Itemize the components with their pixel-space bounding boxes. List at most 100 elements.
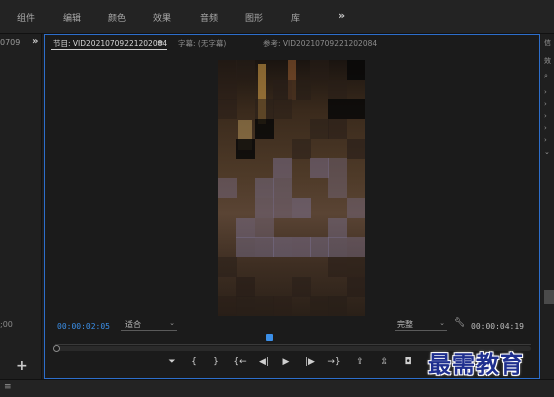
active-tab-indicator xyxy=(51,49,167,50)
playback-resolution-value: 完整 xyxy=(397,320,413,329)
play-button[interactable]: ▶ xyxy=(279,357,293,367)
mosaic-tile xyxy=(328,217,348,238)
settings-wrench-icon[interactable]: 🔧︎ xyxy=(454,318,465,328)
mosaic-tile xyxy=(273,178,293,199)
time-ruler[interactable] xyxy=(55,335,531,345)
add-button[interactable]: + xyxy=(16,358,28,374)
monitor-tabs: 节目: VID20210709221202084 ≡ 字幕: (无字幕) 参考:… xyxy=(45,35,539,49)
scrollbar-handle[interactable] xyxy=(53,345,60,352)
mosaic-tile xyxy=(236,60,256,80)
add-marker-button[interactable]: ⏷ xyxy=(165,357,179,367)
workspace-overflow-button[interactable]: » xyxy=(338,9,345,22)
workspace-tab-libraries[interactable]: 库 xyxy=(291,11,300,24)
mark-in-button[interactable]: { xyxy=(187,357,201,367)
step-forward-button[interactable]: |▶ xyxy=(303,357,317,367)
chevron-down-icon[interactable]: ⌄ xyxy=(544,148,550,156)
mosaic-tile xyxy=(218,99,237,120)
zoom-fit-value: 适合 xyxy=(125,320,141,329)
mosaic-tile xyxy=(273,197,293,218)
mosaic-tile xyxy=(328,256,348,277)
zoom-fit-select[interactable]: 适合 ⌄ xyxy=(121,319,177,331)
mosaic-tile xyxy=(273,158,293,179)
workspace-tab-audio[interactable]: 音频 xyxy=(200,11,218,24)
expand-arrow-icon[interactable]: › xyxy=(544,100,547,108)
export-frame-button[interactable]: ◘ xyxy=(401,357,415,367)
mosaic-tile xyxy=(346,276,365,297)
expand-arrow-icon[interactable]: › xyxy=(544,124,547,132)
mosaic-tile xyxy=(346,197,365,218)
mosaic-tile xyxy=(291,79,311,100)
mosaic-tile xyxy=(254,178,274,199)
panel-overflow-button[interactable]: » xyxy=(32,36,38,47)
go-to-out-button[interactable]: →} xyxy=(327,357,341,367)
mosaic-tile xyxy=(254,217,274,238)
tab-program[interactable]: 节目: VID20210709221202084 xyxy=(53,38,167,49)
tab-reference[interactable]: 参考: VID20210709221202084 xyxy=(263,38,377,49)
workspace-tab-color[interactable]: 颜色 xyxy=(108,11,126,24)
mosaic-tile xyxy=(346,237,365,258)
tab-captions[interactable]: 字幕: (无字幕) xyxy=(178,38,226,49)
panel-menu-icon[interactable]: ≡ xyxy=(157,38,163,47)
source-panel: 0709 » ;00 + xyxy=(0,34,42,379)
extract-button[interactable]: ⇫ xyxy=(377,357,391,367)
mosaic-tile xyxy=(291,138,311,159)
mosaic-tile xyxy=(218,256,237,277)
mosaic-tile xyxy=(309,237,329,258)
source-panel-title: 0709 xyxy=(0,38,21,47)
mosaic-tile xyxy=(328,178,348,199)
search-icon[interactable]: ⌕ xyxy=(544,72,548,81)
mosaic-tile xyxy=(236,276,256,297)
workspace-bar: 组件 编辑 颜色 效果 音频 图形 库 » xyxy=(0,0,554,34)
mosaic-tile xyxy=(328,79,348,100)
expand-arrow-icon[interactable]: › xyxy=(544,88,547,96)
duration-timecode: 00:00:04:19 xyxy=(471,322,524,331)
mosaic-tile xyxy=(218,60,237,80)
mosaic-tile xyxy=(236,217,256,238)
program-monitor: 节目: VID20210709221202084 ≡ 字幕: (无字幕) 参考:… xyxy=(44,34,540,379)
go-to-in-button[interactable]: {← xyxy=(233,357,247,367)
lift-button[interactable]: ⇪ xyxy=(353,357,367,367)
mosaic-tile xyxy=(346,138,365,159)
mosaic-tile xyxy=(328,237,348,258)
mosaic-tile xyxy=(218,296,237,316)
playback-resolution-select[interactable]: 完整 ⌄ xyxy=(395,319,447,331)
mosaic-tile xyxy=(254,296,274,316)
mosaic-tile xyxy=(328,158,348,179)
mosaic-tile xyxy=(273,296,293,316)
workspace-tab-assembly[interactable]: 组件 xyxy=(17,11,35,24)
step-back-button[interactable]: ◀| xyxy=(257,357,271,367)
mosaic-tile xyxy=(309,158,329,179)
mark-out-button[interactable]: } xyxy=(209,357,223,367)
workspace-tab-effects[interactable]: 效果 xyxy=(153,11,171,24)
mosaic-tile xyxy=(328,119,348,140)
mosaic-tile xyxy=(309,60,329,80)
panel-tab-info[interactable]: 信 xyxy=(544,38,551,48)
expand-arrow-icon[interactable]: › xyxy=(544,112,547,120)
panel-tab-effects[interactable]: 效 xyxy=(544,56,551,66)
panel-menu-icon[interactable]: ≡ xyxy=(4,382,12,392)
mosaic-tile xyxy=(254,197,274,218)
mosaic-tile xyxy=(254,99,274,120)
mosaic-tile xyxy=(291,237,311,258)
mosaic-tile xyxy=(218,79,237,100)
expand-arrow-icon[interactable]: › xyxy=(544,136,547,144)
mosaic-tile xyxy=(328,99,348,120)
mosaic-tile xyxy=(346,256,365,277)
mosaic-tile xyxy=(236,138,256,159)
mosaic-tile xyxy=(346,99,365,120)
workspace-tab-editing[interactable]: 编辑 xyxy=(63,11,81,24)
chevron-down-icon: ⌄ xyxy=(439,319,445,327)
mosaic-tile xyxy=(346,60,365,80)
chevron-down-icon: ⌄ xyxy=(169,319,175,327)
mosaic-tile xyxy=(236,296,256,316)
mosaic-tile xyxy=(291,276,311,297)
mosaic-tile xyxy=(218,178,237,199)
scrollbar[interactable] xyxy=(544,290,554,304)
playhead-timecode[interactable]: 00:00:02:05 xyxy=(57,322,110,331)
workspace-tab-graphics[interactable]: 图形 xyxy=(245,11,263,24)
mosaic-tile xyxy=(254,119,274,140)
playhead-handle[interactable] xyxy=(266,334,273,341)
timeline-header: ≡ xyxy=(0,379,554,397)
source-timecode: ;00 xyxy=(0,320,13,329)
video-frame xyxy=(218,60,365,316)
